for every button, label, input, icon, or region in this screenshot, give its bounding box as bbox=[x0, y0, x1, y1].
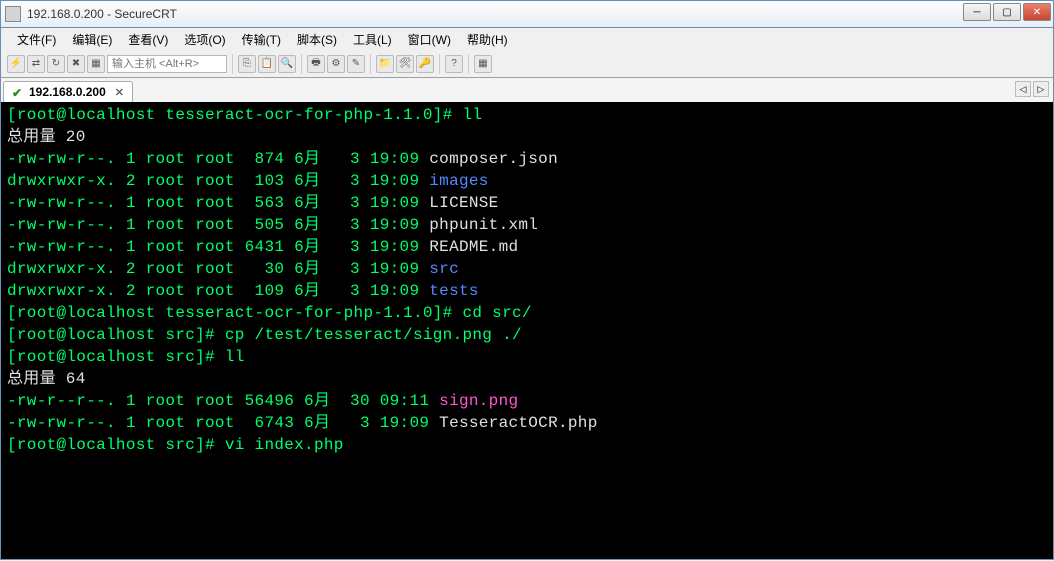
terminal-line: drwxrwxr-x. 2 root root 109 6月 3 19:09 t… bbox=[7, 280, 1047, 302]
disconnect-icon[interactable]: ✖ bbox=[67, 55, 85, 73]
quick-connect-icon[interactable]: ⇄ bbox=[27, 55, 45, 73]
options-icon[interactable]: ⚙ bbox=[327, 55, 345, 73]
minimize-button[interactable]: ─ bbox=[963, 3, 991, 21]
terminal-line: -rw-r--r--. 1 root root 56496 6月 30 09:1… bbox=[7, 390, 1047, 412]
grid-icon[interactable]: ▦ bbox=[474, 55, 492, 73]
terminal-text: 总用量 64 bbox=[7, 370, 86, 388]
menubar: 文件(F) 编辑(E) 查看(V) 选项(O) 传输(T) 脚本(S) 工具(L… bbox=[0, 28, 1054, 50]
paste-icon[interactable]: 📋 bbox=[258, 55, 276, 73]
terminal-text: -rw-r--r--. 1 root root 56496 6月 30 09:1… bbox=[7, 392, 439, 410]
terminal-text: drwxrwxr-x. 2 root root 30 6月 3 19:09 bbox=[7, 260, 429, 278]
menu-edit[interactable]: 编辑(E) bbox=[64, 29, 120, 50]
menu-window[interactable]: 窗口(W) bbox=[400, 29, 459, 50]
toolbar-separator bbox=[468, 54, 469, 74]
terminal-line: 总用量 64 bbox=[7, 368, 1047, 390]
folder-icon[interactable]: 📁 bbox=[376, 55, 394, 73]
menu-help[interactable]: 帮助(H) bbox=[459, 29, 516, 50]
menu-script[interactable]: 脚本(S) bbox=[289, 29, 345, 50]
terminal-text: 总用量 20 bbox=[7, 128, 86, 146]
terminal-line: drwxrwxr-x. 2 root root 103 6月 3 19:09 i… bbox=[7, 170, 1047, 192]
terminal-text: drwxrwxr-x. 2 root root 109 6月 3 19:09 bbox=[7, 282, 429, 300]
tab-label: 192.168.0.200 bbox=[29, 85, 106, 99]
terminal-line: [root@localhost tesseract-ocr-for-php-1.… bbox=[7, 302, 1047, 324]
close-button[interactable]: ✕ bbox=[1023, 3, 1051, 21]
copy-icon[interactable]: ⎘ bbox=[238, 55, 256, 73]
terminal-text: sign.png bbox=[439, 392, 518, 410]
menu-view[interactable]: 查看(V) bbox=[120, 29, 176, 50]
terminal-line: -rw-rw-r--. 1 root root 874 6月 3 19:09 c… bbox=[7, 148, 1047, 170]
window-controls: ─ ▢ ✕ bbox=[963, 3, 1051, 21]
menu-transfer[interactable]: 传输(T) bbox=[234, 29, 289, 50]
key-icon[interactable]: 🔑 bbox=[416, 55, 434, 73]
session-tab[interactable]: ✔ 192.168.0.200 ✕ bbox=[3, 81, 133, 102]
help-icon[interactable]: ? bbox=[445, 55, 463, 73]
terminal-text: drwxrwxr-x. 2 root root 103 6月 3 19:09 bbox=[7, 172, 429, 190]
terminal-line: 总用量 20 bbox=[7, 126, 1047, 148]
tools-icon[interactable]: 🛠 bbox=[396, 55, 414, 73]
terminal-line: -rw-rw-r--. 1 root root 563 6月 3 19:09 L… bbox=[7, 192, 1047, 214]
terminal-line: [root@localhost src]# ll bbox=[7, 346, 1047, 368]
window-title: 192.168.0.200 - SecureCRT bbox=[27, 7, 177, 21]
session-icon[interactable]: ▦ bbox=[87, 55, 105, 73]
terminal-text: src bbox=[429, 260, 459, 278]
maximize-button[interactable]: ▢ bbox=[993, 3, 1021, 21]
tab-prev-icon[interactable]: ◁ bbox=[1015, 81, 1031, 97]
terminal-line: -rw-rw-r--. 1 root root 6743 6月 3 19:09 … bbox=[7, 412, 1047, 434]
print-icon[interactable]: 🖶 bbox=[307, 55, 325, 73]
terminal-line: drwxrwxr-x. 2 root root 30 6月 3 19:09 sr… bbox=[7, 258, 1047, 280]
menu-options[interactable]: 选项(O) bbox=[176, 29, 233, 50]
menu-tools[interactable]: 工具(L) bbox=[345, 29, 400, 50]
terminal-text: [root@localhost tesseract-ocr-for-php-1.… bbox=[7, 304, 532, 322]
terminal-text: TesseractOCR.php bbox=[439, 414, 597, 432]
terminal-line: -rw-rw-r--. 1 root root 6431 6月 3 19:09 … bbox=[7, 236, 1047, 258]
terminal-text: images bbox=[429, 172, 488, 190]
terminal[interactable]: [root@localhost tesseract-ocr-for-php-1.… bbox=[0, 102, 1054, 560]
terminal-text: README.md bbox=[429, 238, 518, 256]
terminal-text: -rw-rw-r--. 1 root root 505 6月 3 19:09 bbox=[7, 216, 429, 234]
app-icon bbox=[5, 6, 21, 22]
terminal-text: [root@localhost src]# cp /test/tesseract… bbox=[7, 326, 522, 344]
toolbar-separator bbox=[232, 54, 233, 74]
tab-close-icon[interactable]: ✕ bbox=[115, 86, 124, 99]
terminal-line: [root@localhost tesseract-ocr-for-php-1.… bbox=[7, 104, 1047, 126]
terminal-line: -rw-rw-r--. 1 root root 505 6月 3 19:09 p… bbox=[7, 214, 1047, 236]
terminal-line: [root@localhost src]# cp /test/tesseract… bbox=[7, 324, 1047, 346]
toolbar-separator bbox=[301, 54, 302, 74]
host-input[interactable] bbox=[107, 55, 227, 73]
port-icon[interactable]: ✎ bbox=[347, 55, 365, 73]
tab-next-icon[interactable]: ▷ bbox=[1033, 81, 1049, 97]
find-icon[interactable]: 🔍 bbox=[278, 55, 296, 73]
toolbar: ⚡ ⇄ ↻ ✖ ▦ ⎘ 📋 🔍 🖶 ⚙ ✎ 📁 🛠 🔑 ? ▦ bbox=[0, 50, 1054, 78]
terminal-text: tests bbox=[429, 282, 479, 300]
terminal-text: [root@localhost src]# vi index.php bbox=[7, 436, 344, 454]
toolbar-separator bbox=[439, 54, 440, 74]
connected-icon: ✔ bbox=[12, 86, 24, 98]
tabbar: ✔ 192.168.0.200 ✕ ◁ ▷ bbox=[0, 78, 1054, 102]
terminal-text: composer.json bbox=[429, 150, 558, 168]
menu-file[interactable]: 文件(F) bbox=[9, 29, 64, 50]
connect-icon[interactable]: ⚡ bbox=[7, 55, 25, 73]
terminal-text: [root@localhost tesseract-ocr-for-php-1.… bbox=[7, 106, 482, 124]
terminal-text: -rw-rw-r--. 1 root root 6743 6月 3 19:09 bbox=[7, 414, 439, 432]
reconnect-icon[interactable]: ↻ bbox=[47, 55, 65, 73]
terminal-text: phpunit.xml bbox=[429, 216, 538, 234]
terminal-line: [root@localhost src]# vi index.php bbox=[7, 434, 1047, 456]
terminal-text: -rw-rw-r--. 1 root root 6431 6月 3 19:09 bbox=[7, 238, 429, 256]
titlebar: 192.168.0.200 - SecureCRT ─ ▢ ✕ bbox=[0, 0, 1054, 28]
terminal-text: [root@localhost src]# ll bbox=[7, 348, 245, 366]
tab-nav: ◁ ▷ bbox=[1015, 81, 1049, 97]
toolbar-separator bbox=[370, 54, 371, 74]
terminal-text: -rw-rw-r--. 1 root root 874 6月 3 19:09 bbox=[7, 150, 429, 168]
terminal-text: LICENSE bbox=[429, 194, 498, 212]
terminal-text: -rw-rw-r--. 1 root root 563 6月 3 19:09 bbox=[7, 194, 429, 212]
